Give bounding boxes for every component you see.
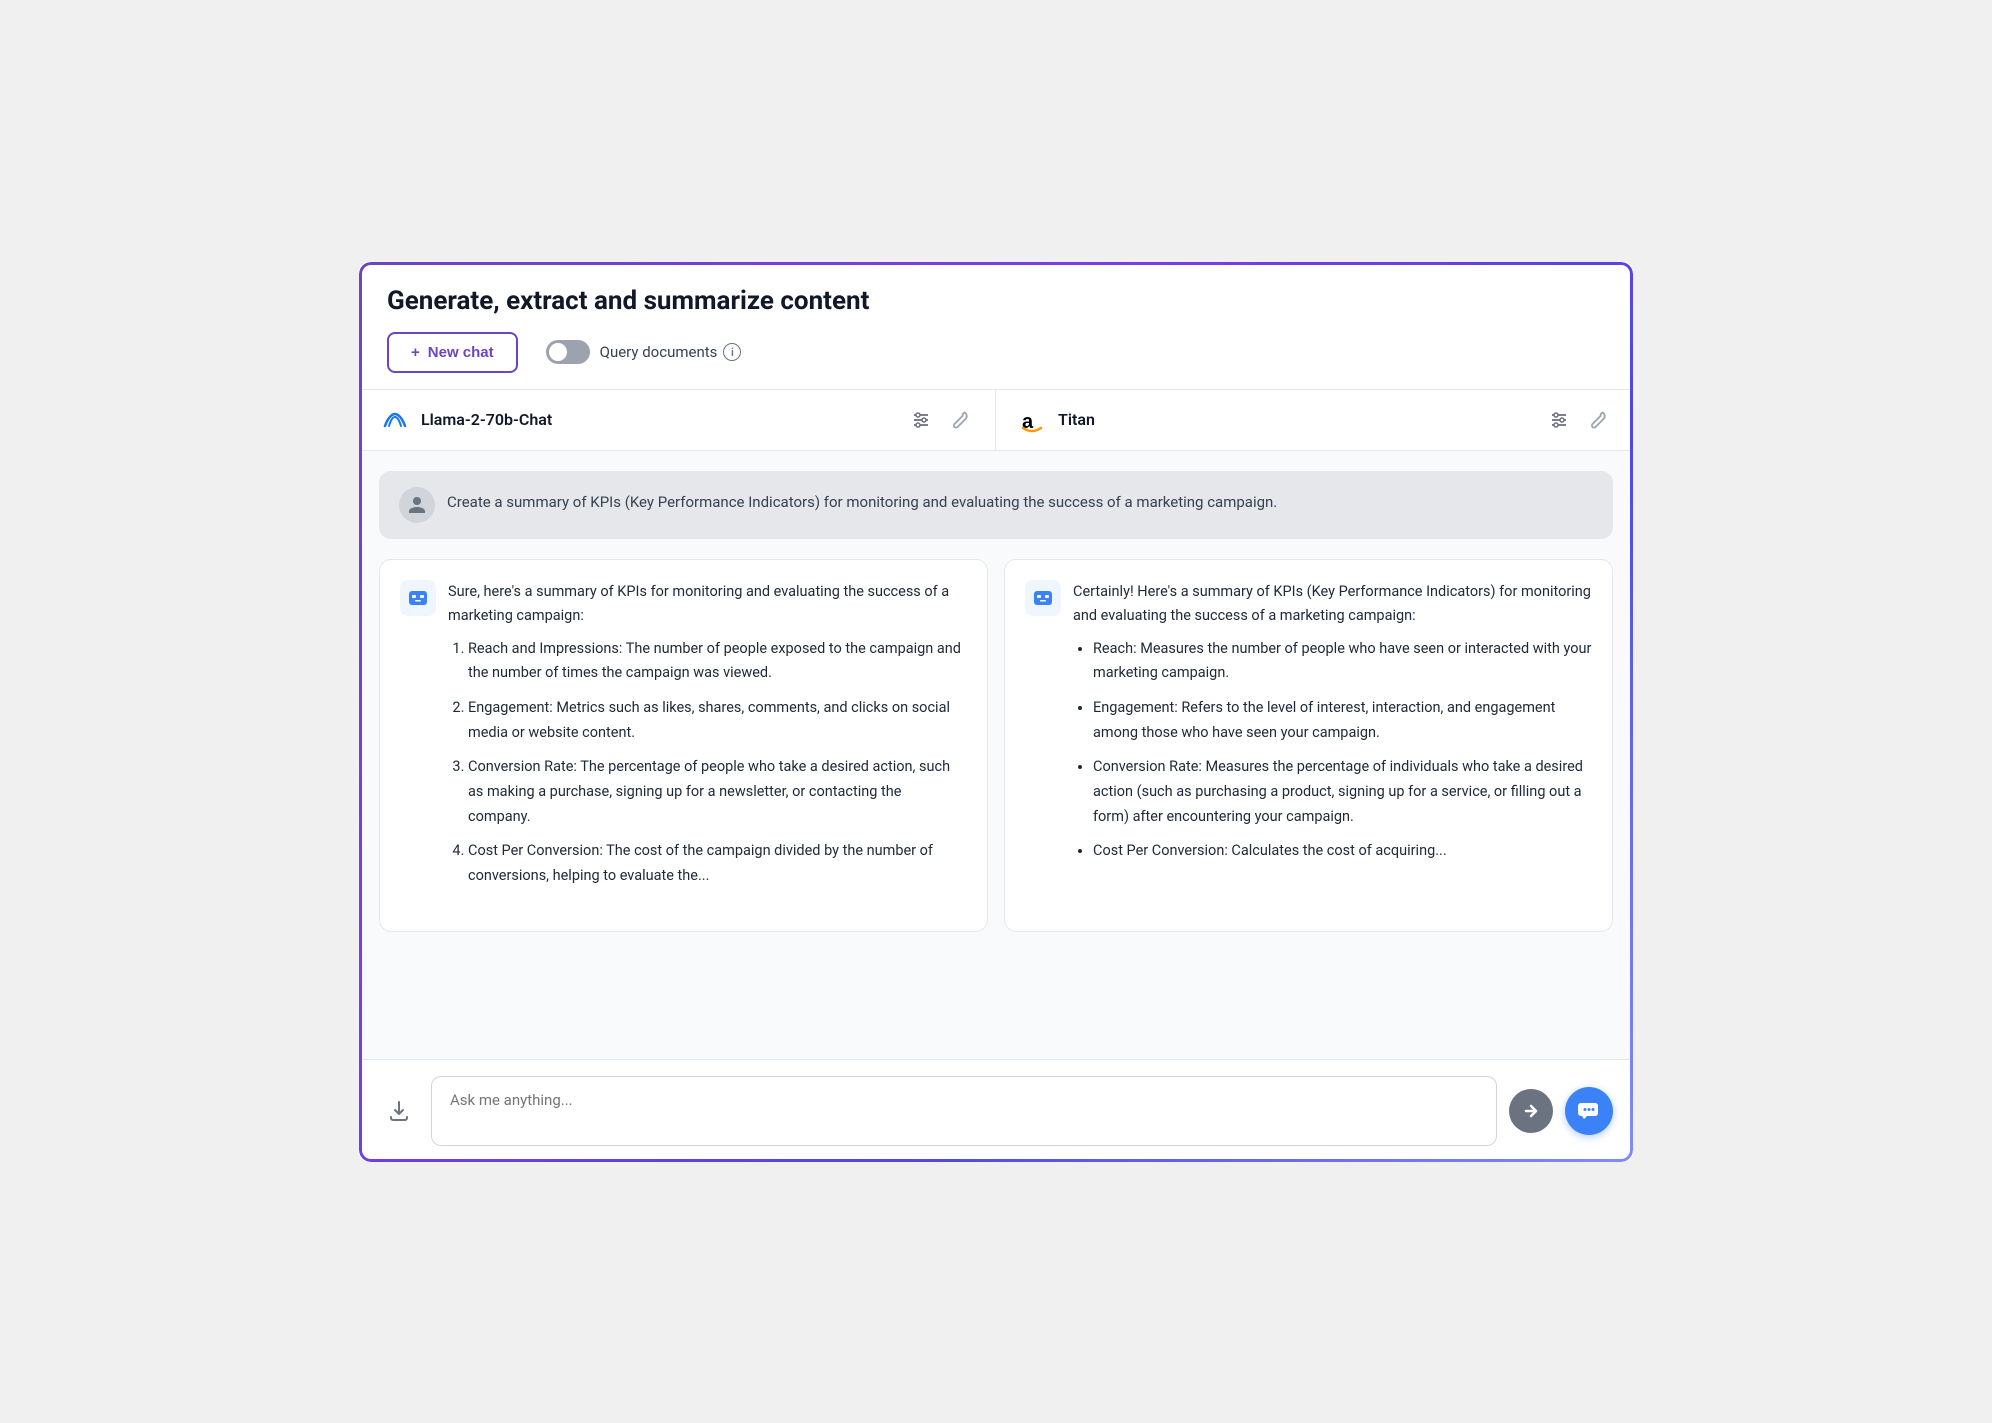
download-icon — [387, 1099, 411, 1123]
llama-settings-icon[interactable] — [907, 406, 935, 434]
toggle-slider — [546, 340, 590, 364]
titan-ai-icon — [1025, 580, 1061, 616]
input-area — [359, 1059, 1633, 1162]
titan-response-list: Reach: Measures the number of people who… — [1073, 637, 1592, 864]
user-message-text: Create a summary of KPIs (Key Performanc… — [447, 487, 1277, 514]
model-tab-titan: a Titan — [996, 390, 1633, 450]
model-tab-llama: Llama-2-70b-Chat — [359, 390, 996, 450]
meta-icon — [379, 404, 411, 436]
user-avatar — [399, 487, 435, 523]
titan-settings-icon[interactable] — [1545, 406, 1573, 434]
app-container: Generate, extract and summarize content … — [359, 262, 1633, 1162]
list-item: Reach and Impressions: The number of peo… — [468, 637, 967, 686]
list-item: Conversion Rate: Measures the percentage… — [1093, 755, 1592, 829]
download-button[interactable] — [379, 1095, 419, 1127]
llama-wrench-icon[interactable] — [947, 406, 975, 434]
chat-bubble-icon — [1578, 1100, 1600, 1122]
llama-ai-icon — [400, 580, 436, 616]
titan-response-header: Certainly! Here's a summary of KPIs (Key… — [1025, 580, 1592, 874]
llama-response-text: Sure, here's a summary of KPIs for monit… — [448, 580, 967, 899]
query-docs-label: Query documents i — [600, 343, 742, 361]
llama-response-intro: Sure, here's a summary of KPIs for monit… — [448, 580, 967, 629]
titan-response-card: Certainly! Here's a summary of KPIs (Key… — [1004, 559, 1613, 932]
titan-model-name: Titan — [1058, 410, 1535, 429]
new-chat-button[interactable]: + New chat — [387, 332, 518, 373]
app-wrapper: Generate, extract and summarize content … — [356, 259, 1636, 1165]
models-header: Llama-2-70b-Chat — [359, 390, 1633, 451]
message-input[interactable] — [450, 1091, 1478, 1127]
query-docs-section: Query documents i — [546, 340, 742, 364]
llama-response-card: Sure, here's a summary of KPIs for monit… — [379, 559, 988, 932]
toolbar: + New chat Query documents i — [387, 332, 1605, 373]
user-icon — [407, 495, 427, 515]
page-title: Generate, extract and summarize content — [387, 286, 1605, 316]
list-item: Engagement: Refers to the level of inter… — [1093, 696, 1592, 745]
info-icon[interactable]: i — [723, 343, 741, 361]
chat-area: Create a summary of KPIs (Key Performanc… — [359, 451, 1633, 1059]
list-item: Cost Per Conversion: The cost of the cam… — [468, 839, 967, 888]
llama-model-name: Llama-2-70b-Chat — [421, 410, 897, 429]
list-item: Engagement: Metrics such as likes, share… — [468, 696, 967, 745]
send-icon — [1522, 1102, 1540, 1120]
titan-wrench-icon[interactable] — [1585, 406, 1613, 434]
page-header: Generate, extract and summarize content … — [359, 262, 1633, 390]
user-message-container: Create a summary of KPIs (Key Performanc… — [379, 471, 1613, 539]
send-button[interactable] — [1509, 1089, 1553, 1133]
titan-response-intro: Certainly! Here's a summary of KPIs (Key… — [1073, 580, 1592, 629]
list-item: Reach: Measures the number of people who… — [1093, 637, 1592, 686]
message-input-wrapper[interactable] — [431, 1076, 1497, 1146]
titan-response-text: Certainly! Here's a summary of KPIs (Key… — [1073, 580, 1592, 874]
llama-response-header: Sure, here's a summary of KPIs for monit… — [400, 580, 967, 899]
list-item: Cost Per Conversion: Calculates the cost… — [1093, 839, 1592, 864]
llama-model-actions — [907, 406, 975, 434]
plus-icon: + — [411, 344, 420, 361]
titan-model-actions — [1545, 406, 1613, 434]
responses-grid: Sure, here's a summary of KPIs for monit… — [379, 559, 1613, 932]
llama-response-list: Reach and Impressions: The number of peo… — [448, 637, 967, 889]
amazon-icon: a — [1016, 404, 1048, 436]
query-docs-toggle[interactable] — [546, 340, 590, 364]
list-item: Conversion Rate: The percentage of peopl… — [468, 755, 967, 829]
new-chat-label: New chat — [428, 344, 494, 361]
chat-bubble-button[interactable] — [1565, 1087, 1613, 1135]
